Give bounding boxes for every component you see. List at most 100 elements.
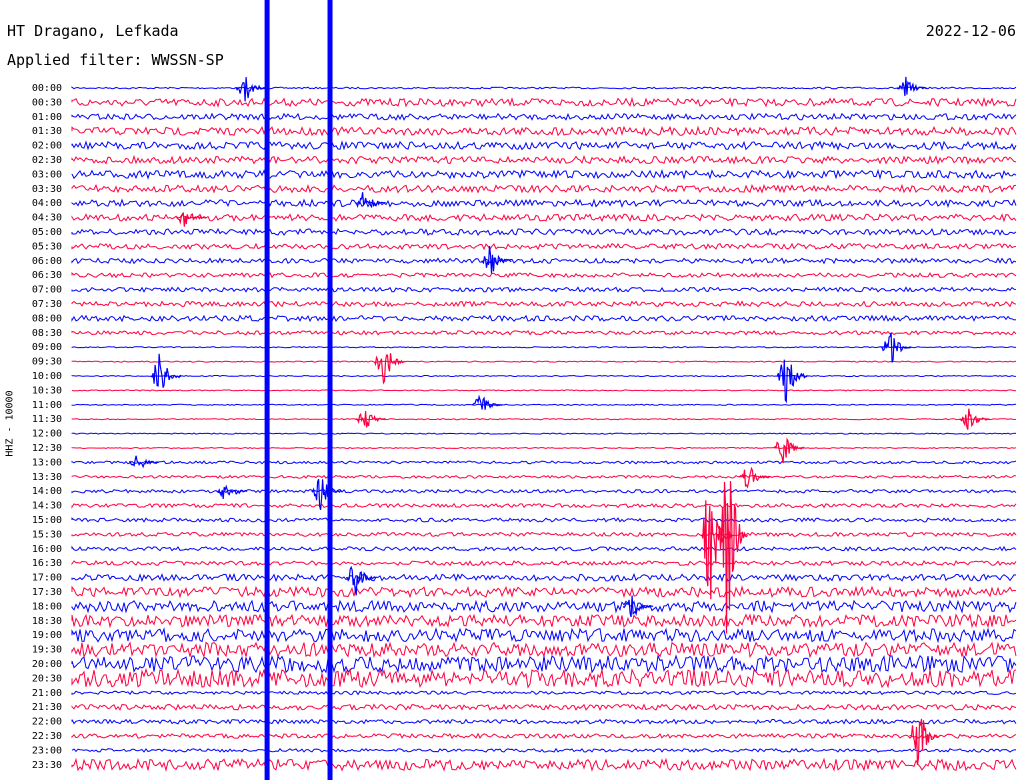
time-label: 02:30 [32,155,62,166]
trace-row [71,168,1017,180]
trace-row [71,213,1017,223]
time-label: 13:00 [32,457,62,468]
trace-row [71,389,1017,392]
trace-row [71,613,1017,629]
seismic-event [909,718,940,765]
trace-row [71,747,1016,753]
time-label: 11:00 [32,400,62,411]
time-label: 02:00 [32,141,62,152]
time-label: 21:30 [32,702,62,713]
trace-row [71,257,1017,265]
seismic-event [776,359,808,404]
time-label: 03:30 [32,184,62,195]
trace-row [71,460,1017,465]
time-label: 15:00 [32,515,62,526]
time-label: 18:30 [32,616,62,627]
trace-row [71,374,1017,378]
time-label: 19:30 [32,645,62,656]
trace-row [71,641,1017,659]
time-label: 14:30 [32,501,62,512]
time-label: 03:00 [32,169,62,180]
trace-row [71,690,1017,696]
trace-row [71,502,1017,509]
trace-row [71,653,1017,674]
time-label: 00:30 [32,97,62,108]
trace-row [71,140,1017,151]
seismic-event [355,192,386,209]
time-label: 01:00 [32,112,62,123]
trace-row [71,517,1017,523]
time-label: 09:30 [32,357,62,368]
trace-row [71,572,1017,583]
time-label: 01:30 [32,126,62,137]
time-label: 05:00 [32,227,62,238]
trace-layer [71,86,1017,772]
trace-row [71,599,1017,614]
time-label: 16:30 [32,558,62,569]
seismogram-plot: 00:00 00:30 01:00 01:30 02:00 02:30 03:00 03:30… [32,0,1017,780]
time-label: 18:00 [32,601,62,612]
time-label: 17:30 [32,587,62,598]
trace-row [71,757,1017,772]
trace-row [71,242,1017,251]
trace-row [71,227,1017,237]
time-label: 21:00 [32,688,62,699]
time-label: 17:00 [32,573,62,584]
trace-row [71,360,1017,363]
seismic-event [235,77,267,102]
trace-row [71,446,1017,450]
trace-row [71,531,1017,538]
trace-row [71,560,1017,567]
time-label: 23:00 [32,745,62,756]
trace-row [71,183,1017,194]
trace-row [71,271,1017,279]
time-label: 06:00 [32,256,62,267]
trace-row [71,286,1017,293]
time-label: 04:00 [32,198,62,209]
seismic-event [373,353,405,385]
seismic-event [896,76,928,97]
trace-row [71,667,1017,689]
seismic-event [880,332,912,363]
trace-row [71,112,1017,121]
time-label: 20:30 [32,673,62,684]
trace-row [71,346,1017,349]
trace-row [71,585,1017,599]
trace-row [71,86,1017,90]
seismic-event [128,455,160,469]
trace-row [71,314,1017,323]
trace-row [71,96,1017,108]
trace-row [71,300,1017,308]
time-label: 19:00 [32,630,62,641]
trace-row [71,474,1017,479]
seismic-event [176,211,207,227]
seismic-event [150,353,182,388]
time-label: 07:30 [32,299,62,310]
time-label: 23:30 [32,760,62,771]
time-label: 09:00 [32,342,62,353]
time-label: 04:30 [32,213,62,224]
seismic-event [773,437,805,464]
time-label: 22:00 [32,717,62,728]
time-label: 15:30 [32,529,62,540]
trace-row [71,418,1017,421]
time-label: 14:00 [32,486,62,497]
time-label: 12:00 [32,429,62,440]
time-label: 05:30 [32,241,62,252]
time-label: 00:00 [32,83,62,94]
trace-row [71,432,1017,435]
trace-row [71,488,1017,494]
trace-row [71,330,1017,336]
trace-row [71,703,1017,712]
time-label: 11:30 [32,414,62,425]
time-label: 06:30 [32,270,62,281]
trace-row [71,718,1017,725]
time-label: 20:00 [32,659,62,670]
trace-row [71,154,1017,165]
time-label: 10:00 [32,371,62,382]
time-label: 08:00 [32,313,62,324]
trace-row [71,403,1017,406]
time-label: 22:30 [32,731,62,742]
time-label-layer: 00:00 00:30 01:00 01:30 02:00 02:30 03:00 03:30… [32,83,62,771]
seismic-event [739,466,770,489]
